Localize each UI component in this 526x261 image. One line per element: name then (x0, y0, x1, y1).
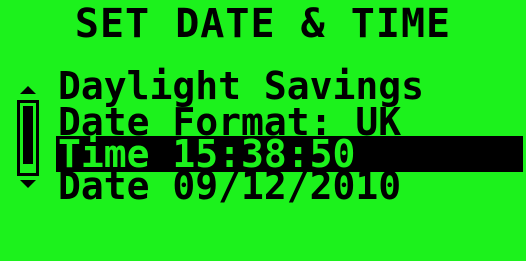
header: SET DATE & TIME (0, 0, 526, 56)
arrow-down-icon[interactable] (20, 180, 36, 188)
arrow-up-icon[interactable] (20, 86, 36, 94)
lcd-screen: SET DATE & TIME Daylight Savings Date Fo… (0, 0, 526, 261)
menu-item-date[interactable]: Date 09/12/2010 (58, 167, 518, 205)
scroll-thumb[interactable] (23, 106, 33, 164)
scrollbar[interactable] (14, 86, 42, 190)
screen-title: SET DATE & TIME (74, 1, 452, 47)
menu-item-daylight-savings[interactable]: Daylight Savings (58, 67, 518, 105)
scroll-track[interactable] (17, 100, 39, 176)
